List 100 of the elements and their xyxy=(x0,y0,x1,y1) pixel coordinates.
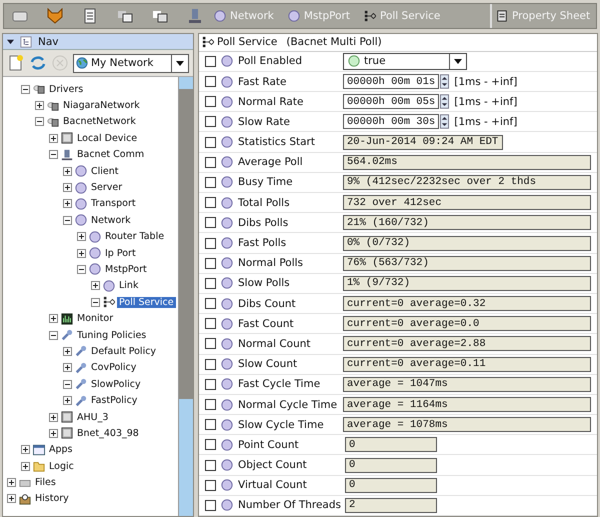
checkbox[interactable] xyxy=(205,399,216,410)
expand-icon[interactable] xyxy=(63,183,72,192)
tree-item[interactable]: Poll Service xyxy=(117,296,176,308)
expand-icon[interactable] xyxy=(21,445,30,454)
server-icon[interactable] xyxy=(187,8,203,24)
checkbox[interactable] xyxy=(205,197,216,208)
tree-item[interactable]: History xyxy=(33,493,71,504)
collapse-icon[interactable] xyxy=(63,216,72,225)
spinner-icon[interactable] xyxy=(440,74,450,89)
property-label: Fast Count xyxy=(238,318,295,330)
tree-item[interactable]: Tuning Policies xyxy=(75,330,148,341)
expand-icon[interactable] xyxy=(91,281,100,290)
expand-icon[interactable] xyxy=(49,428,58,438)
expand-icon[interactable] xyxy=(7,478,16,488)
tree-item[interactable]: Network xyxy=(89,214,133,226)
value-dropdown[interactable]: true xyxy=(343,52,467,70)
tree-item[interactable]: FastPolicy xyxy=(89,395,140,406)
tree-item[interactable]: Files xyxy=(33,477,58,488)
checkbox[interactable] xyxy=(205,338,216,350)
checkbox[interactable] xyxy=(205,176,216,188)
checkbox[interactable] xyxy=(205,480,216,491)
expand-icon[interactable] xyxy=(49,412,58,422)
expand-icon[interactable] xyxy=(35,101,44,110)
checkbox[interactable] xyxy=(205,238,216,248)
expand-icon[interactable] xyxy=(63,363,72,372)
nav-header[interactable]: Nav xyxy=(3,34,193,50)
tree-item[interactable]: MstpPort xyxy=(103,264,149,275)
circle-icon xyxy=(89,247,101,260)
checkbox[interactable] xyxy=(205,439,216,450)
checkbox[interactable] xyxy=(205,298,216,310)
tree-item[interactable]: Server xyxy=(89,182,124,194)
property-label: Total Polls xyxy=(238,196,291,209)
tree-item[interactable]: Link xyxy=(117,280,140,292)
tree-item[interactable]: Apps xyxy=(47,444,75,456)
checkbox[interactable] xyxy=(205,278,216,289)
expand-icon[interactable] xyxy=(77,232,86,242)
scrollbar[interactable] xyxy=(178,77,193,516)
checkbox[interactable] xyxy=(205,500,216,511)
tree-item[interactable]: Bacnet Comm xyxy=(75,149,146,160)
tree-item[interactable]: Transport xyxy=(89,198,138,210)
property-label: Slow Cycle Time xyxy=(238,418,325,431)
list-icon[interactable] xyxy=(82,8,98,24)
collapse-icon[interactable] xyxy=(21,84,30,94)
checkbox[interactable] xyxy=(205,258,216,269)
tree-item[interactable]: Logic xyxy=(47,460,76,472)
checkbox[interactable] xyxy=(205,460,216,471)
tree-item[interactable]: BacnetNetwork xyxy=(61,116,138,128)
window-icon[interactable] xyxy=(152,8,168,24)
tree-item[interactable]: Client xyxy=(89,166,121,177)
checkbox[interactable] xyxy=(205,318,216,330)
checkbox[interactable] xyxy=(205,136,216,148)
expand-icon[interactable] xyxy=(63,199,72,208)
expand-icon[interactable] xyxy=(7,494,16,504)
fox-icon[interactable] xyxy=(47,8,63,24)
tree-item[interactable]: Bnet_403_98 xyxy=(75,428,141,439)
tree-item[interactable]: Ip Port xyxy=(103,248,138,259)
tree-item[interactable]: SlowPolicy xyxy=(89,378,143,390)
collapse-icon[interactable] xyxy=(49,150,58,160)
expand-icon[interactable] xyxy=(63,346,72,356)
value-field: current=0 average=0.32 xyxy=(343,296,591,312)
checkbox[interactable] xyxy=(205,76,216,87)
tree-item[interactable]: Monitor xyxy=(75,313,116,324)
collapse-icon[interactable] xyxy=(77,264,86,274)
network-dropdown[interactable]: My Network xyxy=(73,54,189,72)
expand-icon[interactable] xyxy=(49,134,58,143)
document-icon[interactable] xyxy=(7,54,25,72)
tree-item[interactable]: AHU_3 xyxy=(75,412,110,422)
wrench-icon xyxy=(75,362,87,374)
tree-item[interactable]: NiagaraNetwork xyxy=(61,100,142,112)
tree-item[interactable]: Default Policy xyxy=(89,346,158,357)
tree-item[interactable]: CovPolicy xyxy=(89,362,138,374)
circle-icon xyxy=(89,230,101,243)
collapse-icon[interactable] xyxy=(63,380,72,389)
expand-icon[interactable] xyxy=(77,248,86,258)
expand-icon[interactable] xyxy=(49,314,58,324)
checkbox[interactable] xyxy=(205,156,216,168)
checkbox[interactable] xyxy=(205,358,216,370)
collapse-icon[interactable] xyxy=(35,117,44,126)
checkbox[interactable] xyxy=(205,116,216,128)
expand-icon[interactable] xyxy=(21,462,30,471)
spinner-icon[interactable] xyxy=(440,94,450,110)
duration-field[interactable]: 00000h 00m 05s xyxy=(343,94,440,110)
tree-item[interactable]: Drivers xyxy=(47,84,86,95)
spinner-icon[interactable] xyxy=(440,114,450,130)
checkbox[interactable] xyxy=(205,56,216,67)
duration-field[interactable]: 00000h 00m 01s xyxy=(343,74,440,89)
tree-item[interactable]: Router Table xyxy=(103,231,166,242)
window-icon[interactable] xyxy=(117,8,133,24)
collapse-icon[interactable] xyxy=(49,330,58,340)
tree-item[interactable]: Local Device xyxy=(75,132,140,144)
expand-icon[interactable] xyxy=(63,166,72,176)
collapse-icon[interactable] xyxy=(91,298,100,307)
refresh-icon[interactable] xyxy=(29,54,47,72)
checkbox[interactable] xyxy=(205,378,216,390)
duration-field[interactable]: 00000h 00m 30s xyxy=(343,114,440,130)
checkbox[interactable] xyxy=(205,419,216,430)
checkbox[interactable] xyxy=(205,96,216,108)
expand-icon[interactable] xyxy=(63,396,72,406)
checkbox[interactable] xyxy=(205,217,216,228)
device-icon xyxy=(61,132,73,144)
